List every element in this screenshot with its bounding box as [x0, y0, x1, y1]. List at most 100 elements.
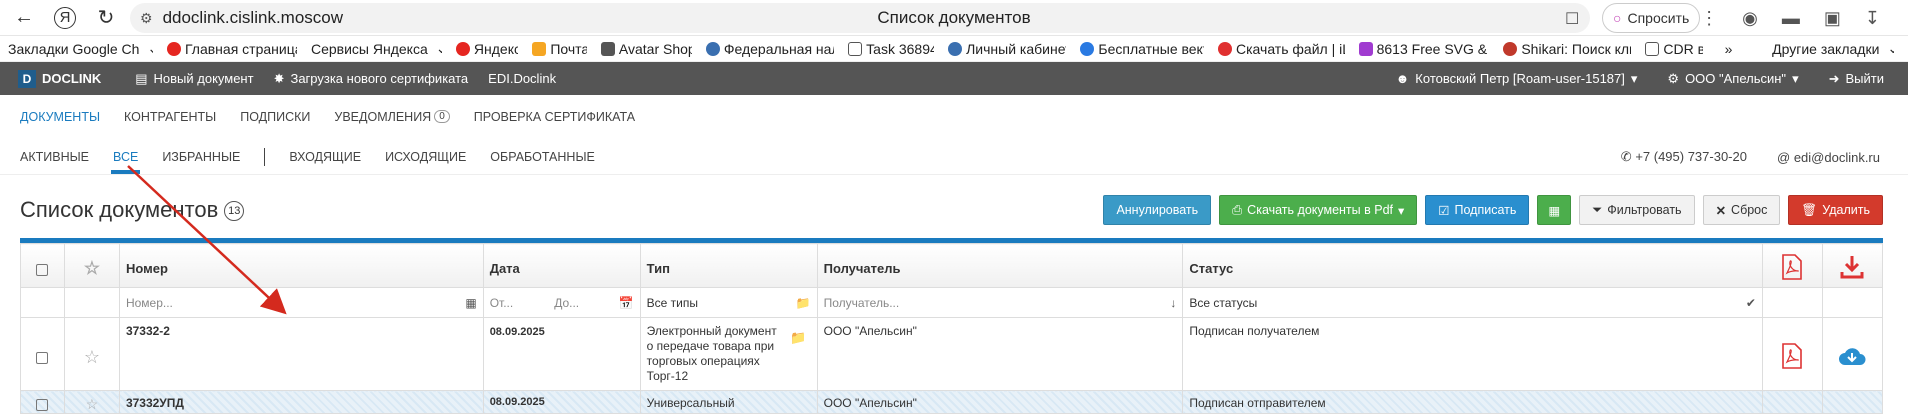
- bookmark-item[interactable]: Федеральная нал: [705, 41, 834, 57]
- browser-toolbar: ← Я ↻ ⚙ ddoclink.cislink.moscow Список д…: [0, 0, 1908, 36]
- pdf-icon[interactable]: [1781, 254, 1803, 280]
- download-icon[interactable]: [1839, 254, 1865, 280]
- pdf-icon[interactable]: [1781, 342, 1803, 369]
- caret-down-icon: ▾: [1792, 70, 1799, 86]
- url-text[interactable]: ddoclink.cislink.moscow: [163, 8, 343, 28]
- recipient-filter-input[interactable]: Получатель...: [824, 296, 900, 310]
- column-type[interactable]: Тип: [639, 243, 818, 288]
- nav-notifications[interactable]: УВЕДОМЛЕНИЯ 0: [334, 110, 450, 124]
- sign-button[interactable]: ☑ Подписать: [1425, 195, 1530, 225]
- tab-favorites[interactable]: ИЗБРАННЫЕ: [162, 150, 240, 164]
- number-filter-input[interactable]: Номер...: [126, 296, 173, 310]
- sort-down-icon[interactable]: ↓: [1170, 296, 1176, 310]
- nav-documents[interactable]: ДОКУМЕНТЫ: [20, 110, 100, 124]
- favorite-header: ☆: [63, 243, 120, 288]
- cloud-download-icon[interactable]: [1838, 345, 1866, 367]
- tab-all[interactable]: ВСЕ: [110, 150, 141, 174]
- tab-outgoing[interactable]: ИСХОДЯЩИЕ: [385, 150, 466, 164]
- delete-button[interactable]: 🗑 Удалить: [1788, 195, 1883, 225]
- table-header-row: ☆ Номер Дата Тип Получатель Статус: [20, 243, 1884, 288]
- row-checkbox[interactable]: [36, 352, 49, 365]
- edi-link[interactable]: EDI.Doclink: [488, 71, 556, 86]
- type-filter-select[interactable]: Все типы: [647, 296, 698, 310]
- reload-icon[interactable]: ↻: [92, 4, 120, 32]
- filter-button[interactable]: ⏷ Фильтровать: [1579, 195, 1695, 225]
- tab-processed[interactable]: ОБРАБОТАННЫЕ: [490, 150, 595, 164]
- doclink-logo[interactable]: D DOCLINK: [18, 69, 101, 88]
- select-all-checkbox[interactable]: [36, 263, 49, 276]
- nav-check-certificate[interactable]: ПРОВЕРКА СЕРТИФИКАТА: [474, 110, 635, 124]
- ask-button[interactable]: ○ Спросить: [1602, 3, 1700, 33]
- back-icon[interactable]: ←: [10, 4, 38, 32]
- row-number[interactable]: 37332-2: [118, 317, 484, 391]
- bookmark-item[interactable]: Закладки Google Ch⌄: [8, 40, 153, 57]
- email-contact[interactable]: @ edi@doclink.ru: [1777, 150, 1880, 165]
- user-menu[interactable]: ☻ Котовский Петр [Roam-user-15187] ▾: [1396, 71, 1638, 87]
- star-icon[interactable]: ☆: [86, 396, 99, 412]
- profile-avatar-icon[interactable]: ◉: [1742, 8, 1758, 29]
- reset-button[interactable]: ✕ Сброс: [1702, 195, 1781, 225]
- phone-icon: ✆: [1620, 149, 1632, 164]
- tab-active[interactable]: АКТИВНЫЕ: [20, 150, 89, 164]
- folder-icon[interactable]: 📁: [790, 330, 806, 346]
- address-bar[interactable]: ⚙ ddoclink.cislink.moscow: [130, 3, 1590, 33]
- bookmark-icon[interactable]: ☐: [1565, 9, 1579, 29]
- column-recipient[interactable]: Получатель: [816, 243, 1184, 288]
- yandex-icon: [166, 41, 181, 56]
- star-icon[interactable]: ☆: [84, 258, 100, 278]
- trash-icon: 🗑: [1801, 202, 1818, 217]
- logout-link[interactable]: ➜ Выйти: [1829, 71, 1884, 87]
- document-icon: ▤: [135, 70, 148, 86]
- bookmark-item[interactable]: 8613 Free SVG & I: [1358, 41, 1489, 57]
- star-icon[interactable]: ☆: [84, 347, 100, 367]
- column-number[interactable]: Номер: [118, 243, 484, 288]
- nav-contractors[interactable]: КОНТРАГЕНТЫ: [124, 110, 216, 124]
- more-menu-icon[interactable]: ⋮: [1700, 8, 1718, 29]
- download-pdf-button[interactable]: ⎙ Скачать документы в Pdf ▾: [1219, 195, 1418, 225]
- nav-subscriptions[interactable]: ПОДПИСКИ: [240, 110, 310, 124]
- bookmarks-overflow-icon[interactable]: »: [1725, 41, 1732, 57]
- page-title: Список документов 13: [20, 197, 245, 223]
- bookmark-item[interactable]: Яндекс: [455, 41, 518, 57]
- site-settings-icon[interactable]: ⚙: [140, 10, 153, 27]
- table-row[interactable]: ☆ 37332-2 08.09.2025 Электронный докумен…: [20, 317, 1884, 391]
- date-to-input[interactable]: До...: [554, 296, 614, 310]
- bookmark-item[interactable]: Сервисы Яндекса⌄: [311, 40, 442, 57]
- ask-label: Спросить: [1627, 10, 1690, 26]
- row-number[interactable]: 37332УПД: [118, 390, 484, 414]
- cabinet-icon: [948, 41, 963, 56]
- upload-certificate-link[interactable]: ✸ Загрузка нового сертификата: [274, 71, 469, 87]
- export-excel-button[interactable]: ▦: [1537, 195, 1572, 225]
- incognito-icon[interactable]: ▬: [1782, 8, 1800, 29]
- folder-icon[interactable]: 📁: [796, 296, 811, 310]
- notifications-count-badge: 0: [434, 110, 450, 123]
- yandex-icon[interactable]: Я: [54, 6, 76, 29]
- calendar-icon[interactable]: 📅: [619, 296, 634, 310]
- checkmark-icon[interactable]: ✔: [1746, 296, 1756, 310]
- extensions-icon[interactable]: ▣: [1824, 8, 1841, 29]
- bookmark-item[interactable]: Shikari: Поиск кли: [1503, 41, 1631, 57]
- row-type: Универсальный: [639, 390, 818, 414]
- column-date[interactable]: Дата: [482, 243, 641, 288]
- downloads-icon[interactable]: ↧: [1865, 8, 1880, 29]
- bookmark-item[interactable]: CDR в: [1645, 41, 1703, 57]
- status-filter-select[interactable]: Все статусы: [1189, 296, 1257, 310]
- other-bookmarks[interactable]: Другие закладки⌄: [1772, 40, 1894, 57]
- bookmark-item[interactable]: Avatar Shop: [600, 41, 692, 57]
- bookmark-item[interactable]: Главная страница: [166, 41, 297, 57]
- bookmark-item[interactable]: Почта: [532, 41, 587, 57]
- table-icon[interactable]: ▦: [465, 296, 476, 310]
- bookmark-item[interactable]: Task 36894: [848, 41, 934, 57]
- annul-button[interactable]: Аннулировать: [1103, 195, 1212, 225]
- filter-row: Номер... ▦ От... До... 📅 Все типы 📁 Получате…: [20, 287, 1884, 318]
- bookmark-item[interactable]: Личный кабинет: [948, 41, 1066, 57]
- new-document-link[interactable]: ▤ Новый документ: [135, 71, 253, 87]
- row-checkbox[interactable]: [36, 398, 49, 411]
- organization-menu[interactable]: ⚙ ООО "Апельсин" ▾: [1667, 71, 1798, 87]
- tab-incoming[interactable]: ВХОДЯЩИЕ: [289, 150, 361, 164]
- table-row[interactable]: ☆ 37332УПД 08.09.2025 Универсальный ООО …: [20, 390, 1884, 414]
- bookmark-item[interactable]: Бесплатные вект: [1080, 41, 1204, 57]
- column-status[interactable]: Статус: [1182, 243, 1763, 288]
- date-from-input[interactable]: От...: [490, 296, 550, 310]
- bookmark-item[interactable]: Скачать файл | iL: [1218, 41, 1345, 57]
